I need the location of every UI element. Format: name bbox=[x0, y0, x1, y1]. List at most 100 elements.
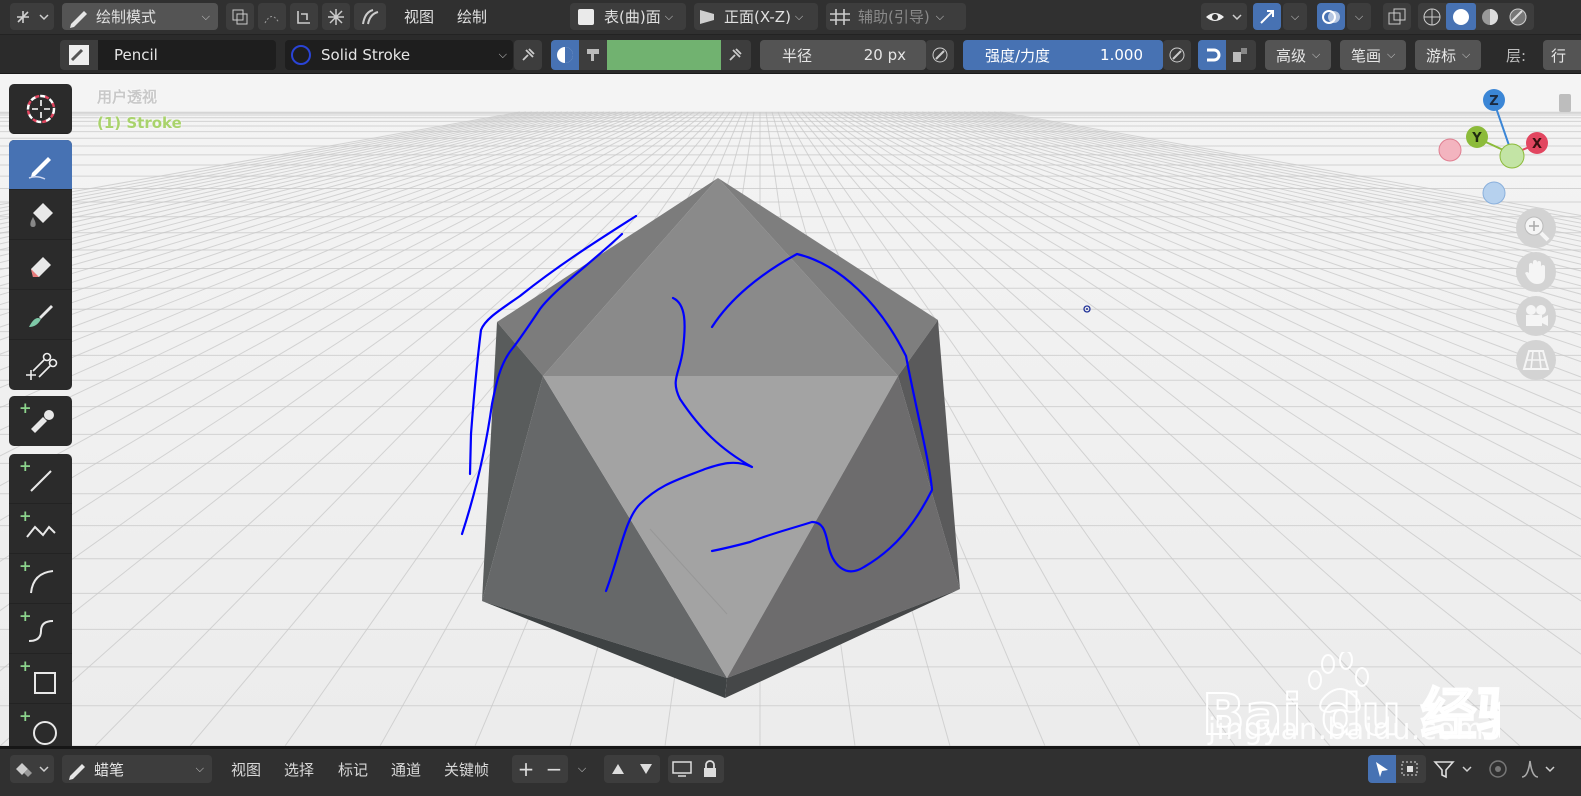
menu-view[interactable]: 视图 bbox=[404, 3, 434, 30]
perspective-toggle-button[interactable] bbox=[1516, 340, 1556, 380]
move-layer-up-button[interactable] bbox=[604, 763, 632, 775]
gizmo-toggle[interactable] bbox=[1253, 3, 1281, 30]
advanced-dropdown[interactable]: 高级 ⌵ bbox=[1265, 40, 1331, 70]
overlays-toggle[interactable] bbox=[1317, 3, 1345, 30]
draw-tool[interactable] bbox=[9, 140, 72, 190]
scene-canvas: Z Y X bbox=[0, 74, 1581, 746]
plus-icon: + bbox=[517, 757, 535, 781]
xray-toggle[interactable] bbox=[1383, 3, 1411, 30]
editor-type-button[interactable] bbox=[10, 3, 54, 30]
toolbar-group-primitives: + + + + + + bbox=[9, 454, 72, 746]
polyline-tool[interactable]: + bbox=[9, 504, 72, 554]
mode-label: 绘制模式 bbox=[96, 8, 157, 26]
radius-field[interactable]: 半径 20 px bbox=[760, 40, 926, 70]
chevron-down-icon: ⌵ bbox=[794, 9, 804, 23]
camera-view-button[interactable] bbox=[1516, 296, 1556, 336]
box-tool[interactable]: + bbox=[9, 654, 72, 704]
pin-material-button[interactable] bbox=[514, 40, 542, 70]
neg-y-axis-handle[interactable] bbox=[1499, 143, 1525, 169]
solid-shading-button[interactable] bbox=[1446, 3, 1476, 30]
remove-layer-button[interactable]: − bbox=[540, 757, 568, 781]
vertex-color-mode[interactable] bbox=[579, 40, 607, 70]
material-selector[interactable]: Solid Stroke ⌵ bbox=[285, 40, 513, 70]
erase-tool[interactable] bbox=[9, 240, 72, 290]
stroke-order-back[interactable] bbox=[1226, 40, 1254, 70]
radius-pressure-toggle[interactable] bbox=[926, 40, 954, 70]
layer-options-dropdown[interactable]: ⌵ bbox=[570, 755, 594, 783]
move-layer-down-button[interactable] bbox=[632, 763, 660, 775]
box-select-button[interactable] bbox=[1396, 755, 1424, 783]
pencil-icon bbox=[70, 10, 87, 28]
pan-button[interactable] bbox=[1516, 252, 1556, 292]
rendered-shading-button[interactable] bbox=[1504, 3, 1532, 30]
orientation-icon bbox=[700, 9, 714, 24]
circle-tool[interactable]: + bbox=[9, 704, 72, 746]
material-name: Solid Stroke bbox=[321, 46, 411, 64]
plus-icon: + bbox=[19, 707, 32, 725]
menu-select[interactable]: 选择 bbox=[284, 755, 314, 783]
eyedropper-tool[interactable]: + bbox=[9, 396, 72, 446]
strength-pressure-toggle[interactable] bbox=[1163, 40, 1191, 70]
curve-edit-toggle[interactable] bbox=[258, 3, 286, 30]
color-mode-group bbox=[551, 40, 751, 70]
pencil-icon bbox=[69, 764, 85, 780]
neg-z-axis-handle[interactable] bbox=[1482, 181, 1506, 205]
strength-field[interactable]: 强度/力度 1.000 bbox=[963, 40, 1163, 70]
color-swatch[interactable] bbox=[607, 40, 721, 70]
wireframe-shading-button[interactable] bbox=[1418, 3, 1446, 30]
arc-tool[interactable]: + bbox=[9, 554, 72, 604]
header-bar: 绘制模式 ⌵ 视图 绘制 表(曲)面 ⌵ 正面(X-Z) ⌵ 辅助(引导) ⌵ … bbox=[0, 0, 1581, 34]
surface-select[interactable]: 表(曲)面 ⌵ bbox=[570, 3, 686, 30]
3d-viewport[interactable]: Z Y X 用户透视 (1) Stroke + + + + + + + Bai … bbox=[0, 74, 1581, 746]
stroke-order-front[interactable] bbox=[1198, 40, 1226, 70]
mode-select[interactable]: 蜡笔 ⌵ bbox=[62, 755, 212, 783]
multiframe-toggle[interactable] bbox=[226, 3, 254, 30]
filters-dropdown[interactable] bbox=[1432, 755, 1478, 783]
snap-toggle[interactable] bbox=[322, 3, 350, 30]
overlays-dropdown[interactable]: ⌵ bbox=[1347, 3, 1371, 30]
menu-marker[interactable]: 标记 bbox=[338, 755, 368, 783]
proportional-editing-toggle[interactable] bbox=[1486, 755, 1510, 783]
tweak-select-button[interactable] bbox=[1368, 755, 1396, 783]
zoom-in-icon bbox=[1524, 216, 1550, 242]
pin-icon bbox=[729, 48, 742, 61]
tint-tool[interactable] bbox=[9, 290, 72, 340]
brush-selector[interactable]: Pencil bbox=[60, 40, 276, 70]
vertex-color-icon bbox=[587, 49, 599, 61]
material-shading-button[interactable] bbox=[1476, 3, 1504, 30]
row-field[interactable]: 行 bbox=[1543, 40, 1581, 70]
menu-draw[interactable]: 绘制 bbox=[457, 3, 487, 30]
menu-channel[interactable]: 通道 bbox=[391, 755, 421, 783]
zoom-button[interactable] bbox=[1516, 208, 1556, 248]
fill-tool[interactable] bbox=[9, 190, 72, 240]
layer-display-toggle[interactable] bbox=[668, 761, 696, 777]
guides-select[interactable]: 辅助(引导) ⌵ bbox=[826, 3, 966, 30]
cutter-tool[interactable] bbox=[9, 340, 72, 390]
editor-type-button[interactable] bbox=[10, 755, 54, 783]
cursor-tool[interactable] bbox=[9, 84, 72, 134]
pin-color-button[interactable] bbox=[721, 40, 749, 70]
menu-key[interactable]: 关键帧 bbox=[444, 755, 489, 783]
triangle-up-icon bbox=[612, 764, 624, 774]
orientation-select[interactable]: 正面(X-Z) ⌵ bbox=[694, 3, 818, 30]
mode-select[interactable]: 绘制模式 ⌵ bbox=[62, 3, 218, 30]
line-tool[interactable]: + bbox=[9, 454, 72, 504]
menu-view[interactable]: 视图 bbox=[231, 755, 261, 783]
layer-field[interactable]: 层: bbox=[1490, 40, 1534, 70]
falloff-dropdown[interactable] bbox=[1518, 755, 1562, 783]
curve-tool[interactable]: + bbox=[9, 604, 72, 654]
material-color-mode[interactable] bbox=[551, 40, 579, 70]
cursor-dropdown[interactable]: 游标 ⌵ bbox=[1415, 40, 1481, 70]
plus-icon: + bbox=[19, 457, 32, 475]
lock-icon bbox=[704, 760, 716, 777]
sidebar-toggle-tab[interactable] bbox=[1559, 94, 1571, 112]
neg-x-axis-handle[interactable] bbox=[1438, 138, 1462, 162]
stroke-placement-toggle[interactable] bbox=[290, 3, 318, 30]
plus-icon: + bbox=[19, 607, 32, 625]
visibility-select[interactable] bbox=[1201, 3, 1247, 30]
add-layer-button[interactable]: + bbox=[512, 757, 540, 781]
gizmo-dropdown[interactable]: ⌵ bbox=[1283, 3, 1307, 30]
onion-skin-toggle[interactable] bbox=[354, 3, 386, 30]
layer-lock-toggle[interactable] bbox=[696, 760, 724, 778]
stroke-dropdown[interactable]: 笔画 ⌵ bbox=[1340, 40, 1406, 70]
